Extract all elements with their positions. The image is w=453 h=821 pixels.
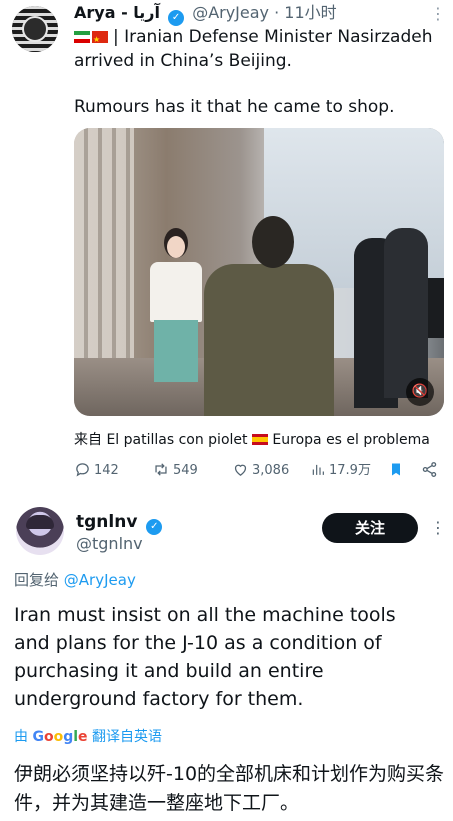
- like-count: 3,086: [252, 463, 290, 478]
- reply-author-name: tgnlnv: [76, 512, 138, 532]
- translation-attribution[interactable]: 由 Google 翻译自英语: [14, 726, 162, 746]
- like-icon: [234, 464, 247, 476]
- more-icon[interactable]: ⋮: [430, 4, 446, 23]
- original-tweet: Arya - آریا ✓ @AryJeay · 11小时 ⋮ | Irania…: [0, 0, 453, 492]
- reply-icon: [76, 463, 89, 477]
- author-avatar[interactable]: [12, 6, 58, 52]
- author-name[interactable]: Arya - آریا: [74, 3, 160, 22]
- views-icon: [312, 464, 324, 475]
- translate-link[interactable]: 翻译自英语: [92, 729, 162, 745]
- like-button[interactable]: 3,086: [232, 460, 289, 482]
- flag-china-icon: [92, 28, 108, 51]
- replying-to: 回复给 @AryJeay: [14, 569, 136, 590]
- repost-count: 549: [173, 463, 198, 478]
- repost-button[interactable]: 549: [152, 460, 198, 482]
- more-icon[interactable]: ⋮: [430, 518, 446, 537]
- avatar-hat: [26, 515, 54, 529]
- translated-text: 伊朗必须坚持以歼-10的全部机床和计划作为购买条件，并为其建造一整座地下工厂。: [14, 763, 445, 814]
- translate-prefix: 由: [14, 729, 28, 745]
- reply-author-handle[interactable]: @tgnlnv: [76, 534, 143, 553]
- avatar-figure: [22, 16, 48, 42]
- views-button[interactable]: 17.9万: [310, 460, 371, 482]
- reply-to-prefix: 回复给: [14, 571, 60, 589]
- follow-button[interactable]: 关注: [322, 513, 418, 543]
- tweet-text: | Iranian Defense Minister Nasirzadeh ar…: [74, 26, 444, 142]
- mute-icon[interactable]: 🔇: [406, 378, 434, 406]
- views-count: 17.9万: [329, 463, 371, 478]
- attribution-suffix: Europa es el problema: [272, 432, 430, 448]
- reply-text: Iran must insist on all the machine tool…: [14, 604, 396, 710]
- attribution-text: 来自 El patillas con piolet: [74, 432, 248, 448]
- reply-to-mention[interactable]: @AryJeay: [64, 571, 136, 589]
- verified-badge-icon: ✓: [168, 10, 185, 26]
- repost-icon: [155, 463, 167, 476]
- source-attribution[interactable]: 来自 El patillas con piolet Europa es el p…: [74, 429, 430, 449]
- bookmark-button[interactable]: [388, 460, 407, 483]
- google-logo: Google: [32, 729, 88, 745]
- share-icon: [422, 462, 437, 477]
- reply-count: 142: [94, 463, 119, 478]
- verified-badge-icon: ✓: [146, 519, 163, 535]
- bookmark-icon: [392, 463, 400, 476]
- video-figure-guard: [384, 228, 428, 398]
- reply-button[interactable]: 142: [74, 460, 119, 482]
- action-bar: 142 549 3,086 17.9万: [74, 460, 444, 482]
- tweet-text-line2: Rumours has it that he came to shop.: [74, 97, 395, 117]
- flag-iran-icon: [74, 31, 90, 43]
- flag-spain-icon: [251, 434, 268, 445]
- reply-author-avatar[interactable]: [16, 507, 64, 555]
- tweet-time[interactable]: · 11小时: [274, 3, 337, 22]
- author-handle[interactable]: @AryJeay: [192, 3, 269, 22]
- tweet-text-line1: | Iranian Defense Minister Nasirzadeh ar…: [74, 27, 433, 71]
- tweet-header: Arya - آریا ✓ @AryJeay · 11小时: [74, 3, 337, 26]
- video-figure-man: [204, 216, 334, 416]
- flags: [74, 27, 110, 51]
- reply-author-name-row[interactable]: tgnlnv ✓: [76, 512, 165, 535]
- tweet-video[interactable]: 🔇: [74, 128, 444, 416]
- share-button[interactable]: [421, 460, 441, 482]
- video-figure-woman: [144, 228, 206, 388]
